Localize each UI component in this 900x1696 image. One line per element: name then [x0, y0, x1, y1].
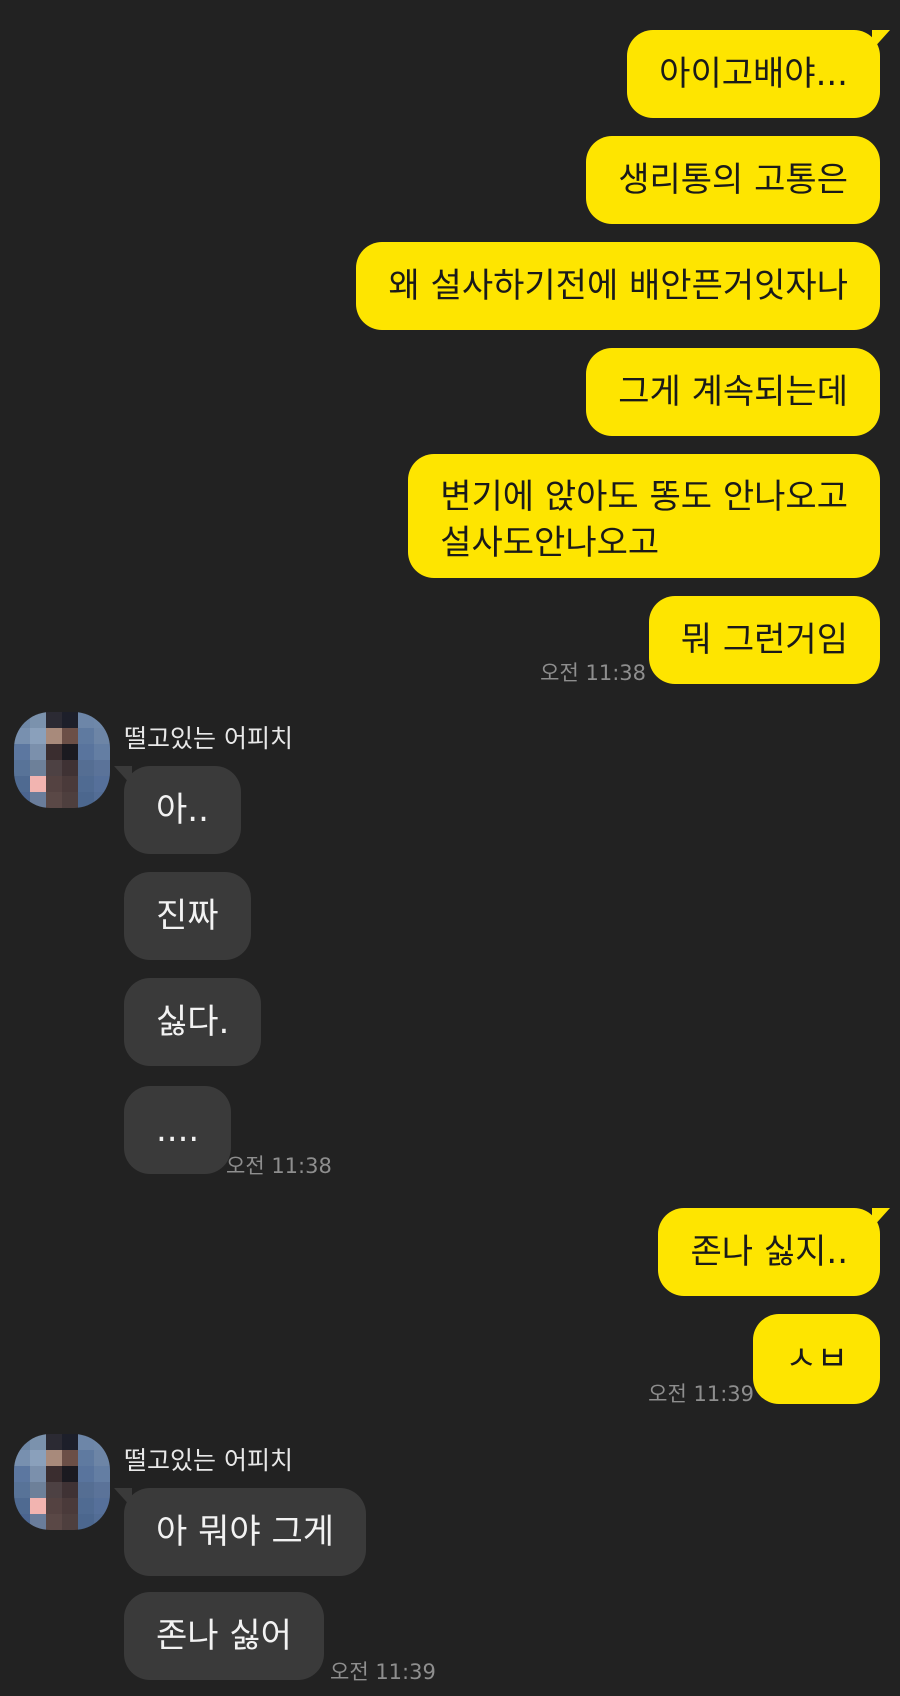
avatar-pixel	[62, 1514, 78, 1530]
avatar-pixel	[62, 760, 78, 776]
avatar-pixel	[62, 712, 78, 728]
avatar-pixel	[14, 1466, 30, 1482]
my-message-bubble[interactable]: 그게 계속되는데	[586, 348, 880, 436]
avatar-pixel	[14, 792, 30, 808]
avatar-pixel	[78, 776, 94, 792]
avatar-pixel	[94, 776, 110, 792]
avatar-pixel	[62, 792, 78, 808]
sender-name: 떨고있는 어피치	[124, 1446, 293, 1475]
my-message-bubble[interactable]: 뭐 그런거임	[648, 596, 880, 684]
avatar-pixel	[30, 712, 46, 728]
my-message-bubble[interactable]: 존나 싫지..	[658, 1208, 890, 1296]
sender-name: 떨고있는 어피치	[124, 724, 293, 753]
message-timestamp: 오전 11:38	[226, 1154, 332, 1178]
message-timestamp: 오전 11:38	[540, 661, 646, 685]
avatar-pixel	[30, 1466, 46, 1482]
my-message-bubble[interactable]: 왜 설사하기전에 배안픈거잇자나	[356, 242, 880, 330]
avatar-pixel	[78, 1482, 94, 1498]
avatar-pixel	[30, 1498, 46, 1514]
avatar-pixel	[62, 1498, 78, 1514]
their-message-bubble[interactable]: ....	[124, 1086, 232, 1174]
avatar-pixel	[14, 1514, 30, 1530]
avatar-pixel	[46, 728, 62, 744]
avatar-pixel	[46, 744, 62, 760]
avatar-pixel	[30, 792, 46, 808]
avatar-pixel	[78, 1450, 94, 1466]
avatar-pixel	[78, 760, 94, 776]
avatar-pixel	[78, 728, 94, 744]
avatar-pixel	[78, 792, 94, 808]
avatar-pixel	[62, 744, 78, 760]
avatar-pixel	[94, 1466, 110, 1482]
avatar-pixel	[94, 712, 110, 728]
avatar-pixel	[14, 712, 30, 728]
avatar-pixel	[78, 1498, 94, 1514]
avatar-pixel	[30, 728, 46, 744]
message-timestamp: 오전 11:39	[648, 1382, 754, 1406]
avatar-pixel	[62, 1450, 78, 1466]
avatar-pixel	[30, 776, 46, 792]
avatar-pixel	[14, 1450, 30, 1466]
profile-avatar[interactable]	[14, 712, 110, 808]
avatar-pixel	[46, 1466, 62, 1482]
avatar-pixel	[14, 776, 30, 792]
avatar-pixel	[30, 1482, 46, 1498]
my-message-bubble[interactable]: ㅅㅂ	[753, 1314, 880, 1404]
avatar-pixel	[94, 1450, 110, 1466]
avatar-pixel	[30, 1450, 46, 1466]
avatar-pixel	[46, 792, 62, 808]
avatar-pixel	[14, 1498, 30, 1514]
avatar-pixel	[78, 744, 94, 760]
avatar-pixel	[94, 1434, 110, 1450]
avatar-pixel	[14, 760, 30, 776]
avatar-pixel	[62, 1434, 78, 1450]
avatar-pixel	[78, 1466, 94, 1482]
avatar-pixel	[14, 744, 30, 760]
avatar-pixel	[62, 1482, 78, 1498]
avatar-pixel	[78, 1434, 94, 1450]
my-message-bubble[interactable]: 변기에 앉아도 똥도 안나오고 설사도안나오고	[408, 454, 880, 578]
my-message-bubble[interactable]: 생리통의 고통은	[586, 136, 880, 224]
avatar-pixel	[62, 728, 78, 744]
avatar-pixel	[14, 1434, 30, 1450]
their-message-bubble[interactable]: 존나 싫어	[124, 1592, 324, 1680]
avatar-pixel	[94, 728, 110, 744]
avatar-pixel	[94, 1482, 110, 1498]
avatar-pixel	[46, 1514, 62, 1530]
avatar-pixel	[94, 744, 110, 760]
avatar-pixel	[46, 1498, 62, 1514]
avatar-pixel	[94, 1514, 110, 1530]
their-message-bubble[interactable]: 진짜	[124, 872, 251, 960]
avatar-pixel	[46, 776, 62, 792]
avatar-pixel	[94, 792, 110, 808]
avatar-pixel	[78, 1514, 94, 1530]
avatar-pixel	[46, 1434, 62, 1450]
avatar-pixel	[14, 728, 30, 744]
avatar-pixel	[94, 1498, 110, 1514]
their-message-bubble[interactable]: 아 뭐야 그게	[113, 1488, 367, 1576]
avatar-pixel	[46, 760, 62, 776]
avatar-pixel	[46, 712, 62, 728]
avatar-pixel	[94, 760, 110, 776]
my-message-bubble[interactable]: 아이고배야...	[627, 30, 890, 118]
avatar-pixel	[14, 1482, 30, 1498]
avatar-pixel	[62, 1466, 78, 1482]
avatar-pixel	[30, 744, 46, 760]
message-timestamp: 오전 11:39	[330, 1660, 436, 1684]
their-message-bubble[interactable]: 싫다.	[124, 978, 262, 1066]
avatar-pixel	[62, 776, 78, 792]
avatar-pixel	[46, 1450, 62, 1466]
avatar-pixel	[30, 1434, 46, 1450]
avatar-pixel	[30, 760, 46, 776]
their-message-bubble[interactable]: 아..	[114, 766, 241, 854]
avatar-pixel	[30, 1514, 46, 1530]
profile-avatar[interactable]	[14, 1434, 110, 1530]
avatar-pixel	[46, 1482, 62, 1498]
avatar-pixel	[78, 712, 94, 728]
